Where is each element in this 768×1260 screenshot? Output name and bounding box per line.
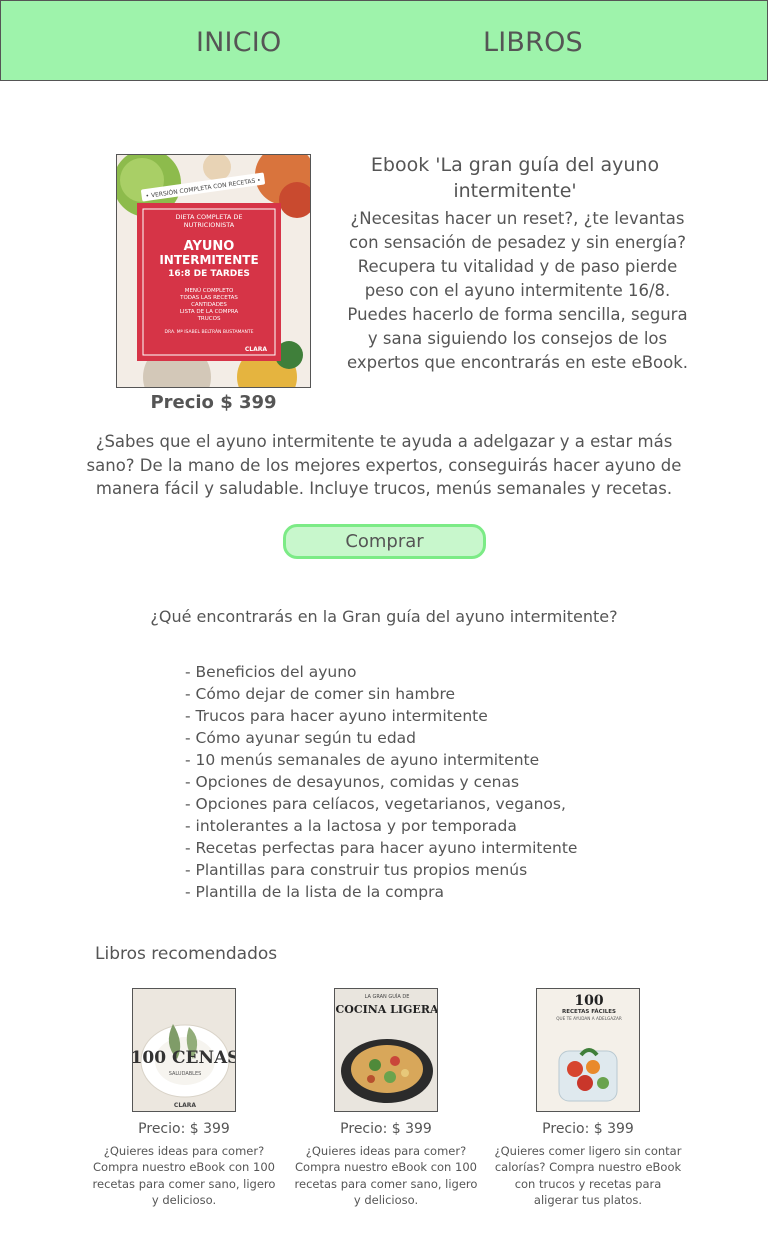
book-description: ¿Quieres ideas para comer? Compra nuestr…	[294, 1144, 478, 1207]
nav-link-libros[interactable]: LIBROS	[483, 27, 583, 58]
ebook-description: ¿Necesitas hacer un reset?, ¿te levantas…	[346, 209, 689, 372]
list-item: - intolerantes a la lactosa y por tempor…	[185, 817, 517, 835]
cover-item-1: TODAS LAS RECETAS	[179, 295, 238, 301]
book-price: Precio: $ 399	[138, 1121, 230, 1137]
list-item: - Cómo dejar de comer sin hambre	[185, 685, 456, 703]
cover-title3: 16:8 DE TARDES	[168, 269, 250, 279]
intro-paragraph: ¿Sabes que el ayuno intermitente te ayud…	[86, 432, 682, 498]
list-item: - Recetas perfectas para hacer ayuno int…	[185, 839, 578, 857]
book-cover-100-recetas[interactable]: 100 RECETAS FÁCILES QUE TE AYUDAN A ADEL…	[536, 988, 640, 1112]
list-item: - Beneficios del ayuno	[185, 663, 357, 681]
ebook-cover-image: • VERSIÓN COMPLETA CON RECETAS • DIETA C…	[116, 154, 311, 388]
features-title: ¿Qué encontrarás en la Gran guía del ayu…	[150, 607, 618, 626]
cover-sub-recetas-faciles: RECETAS FÁCILES	[562, 1008, 616, 1015]
cover-publisher: CLARA	[245, 346, 267, 353]
cover-publisher: CLARA	[174, 1102, 196, 1109]
list-item: - Plantilla de la lista de la compra	[185, 883, 444, 901]
cover-item-4: TRUCOS	[197, 316, 221, 322]
list-item: - Opciones de desayunos, comidas y cenas	[185, 773, 520, 791]
cover-sub-la-gran-guia: LA GRAN GUÍA DE	[365, 993, 410, 1000]
book-price: Precio: $ 399	[542, 1121, 634, 1137]
recommended-book-2[interactable]: LA GRAN GUÍA DE COCINA LIGERA Precio: $ …	[291, 988, 481, 1208]
buy-button[interactable]: Comprar	[283, 524, 486, 559]
nav-link-inicio[interactable]: INICIO	[196, 27, 281, 58]
list-item: - Cómo ayunar según tu edad	[185, 729, 417, 747]
cover-sub-saludables: SALUDABLES	[169, 1071, 202, 1077]
cover-text-cocina-ligera: COCINA LIGERA	[336, 1003, 439, 1016]
recommended-book-1[interactable]: 100 CENAS SALUDABLES CLARA Precio: $ 399…	[89, 988, 279, 1208]
list-item: - Trucos para hacer ayuno intermitente	[185, 707, 488, 725]
cover-text-100: 100	[574, 993, 603, 1009]
book-cover-100-cenas[interactable]: 100 CENAS SALUDABLES CLARA	[132, 988, 236, 1112]
recommended-book-3[interactable]: 100 RECETAS FÁCILES QUE TE AYUDAN A ADEL…	[493, 988, 683, 1208]
book-cover-cocina-ligera[interactable]: LA GRAN GUÍA DE COCINA LIGERA	[334, 988, 438, 1112]
cover-item-0: MENÚ COMPLETO	[185, 287, 234, 294]
features-list: - Beneficios del ayuno - Cómo dejar de c…	[185, 661, 577, 903]
ebook-title: Ebook 'La gran guía del ayuno intermiten…	[370, 154, 660, 202]
cover-line2: NUTRICIONISTA	[184, 221, 235, 229]
cover-item-3: LISTA DE LA COMPRA	[180, 309, 239, 315]
list-item: - Opciones para celíacos, vegetarianos, …	[185, 795, 566, 813]
cover-line1: DIETA COMPLETA DE	[175, 213, 242, 221]
cover-title2: INTERMITENTE	[159, 253, 258, 267]
cover-text-100-cenas: 100 CENAS	[133, 1048, 236, 1068]
list-item: - 10 menús semanales de ayuno intermiten…	[185, 751, 540, 769]
main-price: Precio $ 399	[150, 392, 277, 413]
cover-title1: AYUNO	[184, 239, 235, 254]
book-price: Precio: $ 399	[340, 1121, 432, 1137]
recommended-title: Libros recomendados	[95, 944, 278, 964]
top-navigation: INICIO LIBROS	[0, 0, 768, 81]
book-description: ¿Quieres ideas para comer? Compra nuestr…	[92, 1144, 276, 1207]
book-description: ¿Quieres comer ligero sin contar caloría…	[494, 1144, 682, 1207]
cover-item-2: CANTIDADES	[191, 302, 227, 308]
cover-sub-adelgazar: QUE TE AYUDAN A ADELGAZAR	[556, 1016, 622, 1021]
cover-author: DRA. Mª ISABEL BELTRÁN BUSTAMANTE	[165, 328, 254, 335]
list-item: - Plantillas para construir tus propios …	[185, 861, 528, 879]
